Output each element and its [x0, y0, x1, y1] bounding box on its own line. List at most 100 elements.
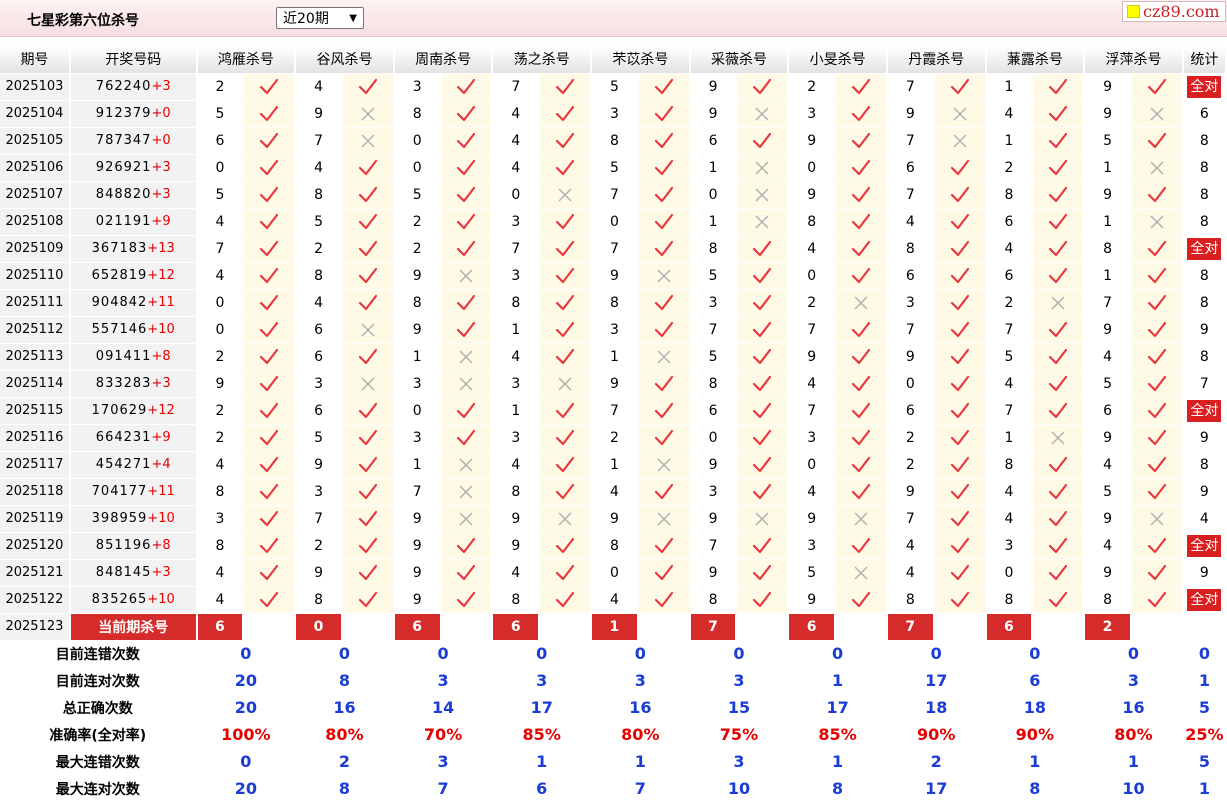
check-icon	[440, 208, 494, 236]
check-icon	[736, 370, 790, 398]
check-icon	[539, 208, 593, 236]
check-icon	[933, 181, 987, 209]
summary-value: 90%	[886, 721, 987, 749]
current-kill-number: 2	[1084, 613, 1132, 641]
summary-value-text: 3	[536, 671, 548, 690]
draw-digits: 652819	[91, 268, 148, 283]
kill-number: 0	[492, 181, 541, 209]
draw-number: 091411+8	[69, 343, 198, 371]
col-header-number: 开奖号码	[69, 46, 198, 74]
cross-icon	[539, 181, 593, 209]
kill-number: 9	[1084, 505, 1132, 533]
summary-value: 8	[985, 775, 1086, 803]
summary-value-text: 0	[437, 644, 449, 663]
kill-number: 3	[788, 532, 837, 560]
summary-value: 7	[591, 775, 691, 803]
site-logo[interactable]: cz89.com	[1122, 1, 1226, 22]
summary-value: 17	[788, 694, 888, 722]
check-icon	[539, 235, 593, 263]
summary-value-text: 90%	[1015, 725, 1054, 744]
summary-value: 17	[886, 667, 987, 695]
row-stat: 全对	[1182, 73, 1227, 101]
correct-count: 8	[1199, 456, 1209, 473]
kill-number: 9	[689, 559, 738, 587]
summary-value: 8	[295, 667, 395, 695]
col-header-expert: 荡之杀号	[492, 46, 593, 74]
kill-number: 7	[689, 532, 738, 560]
check-icon	[933, 289, 987, 317]
top-bar: 七星彩第六位杀号 近20期 ▼ cz89.com	[0, 0, 1227, 37]
check-icon	[1032, 208, 1086, 236]
period-select[interactable]: 近20期 ▼	[276, 7, 364, 29]
check-icon	[835, 478, 888, 506]
kill-number: 7	[393, 478, 442, 506]
draw-number: 398959+10	[69, 505, 198, 533]
check-icon	[933, 73, 987, 101]
check-icon	[440, 532, 494, 560]
summary-stat-text: 5	[1198, 752, 1210, 771]
check-icon	[440, 127, 494, 155]
check-icon	[736, 532, 790, 560]
table-row: 2025112 557146+10 0 6 9 1 3 7 7 7 7 9 9	[0, 316, 1227, 344]
draw-digits: 704177	[91, 484, 148, 499]
check-icon	[341, 424, 395, 452]
draw-digits: 848145	[95, 565, 152, 580]
draw-digits: 091411	[95, 349, 152, 364]
check-icon	[736, 127, 790, 155]
kill-number: 5	[788, 559, 837, 587]
summary-value-text: 80%	[621, 725, 660, 744]
row-stat: 全对	[1182, 532, 1227, 560]
issue-number: 2025121	[0, 559, 71, 587]
check-icon	[539, 289, 593, 317]
check-icon	[933, 532, 987, 560]
summary-value-text: 0	[634, 644, 646, 663]
col-header-expert: 蒹露杀号	[985, 46, 1086, 74]
draw-digits: 787347	[95, 133, 152, 148]
check-icon	[835, 208, 888, 236]
summary-label: 目前连错次数	[0, 640, 198, 668]
cross-icon	[539, 370, 593, 398]
draw-sum: +4	[151, 457, 171, 472]
check-icon	[243, 478, 297, 506]
kill-number: 0	[591, 208, 639, 236]
check-icon	[933, 451, 987, 479]
row-stat: 8	[1182, 262, 1227, 290]
check-icon	[341, 289, 395, 317]
summary-value: 85%	[788, 721, 888, 749]
check-icon	[1032, 100, 1086, 128]
kill-number: 7	[985, 397, 1034, 425]
check-icon	[1032, 73, 1086, 101]
check-icon	[637, 208, 691, 236]
kill-number: 8	[196, 532, 245, 560]
kill-number: 5	[1084, 127, 1132, 155]
table-row: 2025118 704177+11 8 3 7 8 4 3 4 9 4 5 9	[0, 478, 1227, 506]
draw-sum: +10	[147, 322, 175, 337]
kill-number: 7	[591, 181, 639, 209]
draw-number: 904842+11	[69, 289, 198, 317]
issue-number: 2025105	[0, 127, 71, 155]
col-header-expert: 芣苡杀号	[591, 46, 691, 74]
check-icon	[243, 154, 297, 182]
check-icon	[933, 559, 987, 587]
cross-icon	[736, 505, 790, 533]
kill-number: 5	[1084, 370, 1132, 398]
summary-value: 1	[1084, 748, 1184, 776]
cross-icon	[440, 478, 494, 506]
check-icon	[736, 235, 790, 263]
row-stat: 4	[1182, 505, 1227, 533]
summary-value: 80%	[591, 721, 691, 749]
check-icon	[933, 262, 987, 290]
current-kill-number: 6	[985, 613, 1034, 641]
issue-number: 2025113	[0, 343, 71, 371]
summary-value-text: 80%	[325, 725, 364, 744]
summary-row: 总正确次数 20 16 14 17 16 15 17 18 18 16 5	[0, 694, 1227, 722]
correct-count: 9	[1199, 483, 1209, 500]
row-stat: 8	[1182, 343, 1227, 371]
kill-number: 6	[886, 262, 935, 290]
summary-value: 85%	[492, 721, 593, 749]
kill-number: 4	[985, 478, 1034, 506]
summary-label: 准确率(全对率)	[0, 721, 198, 749]
summary-row: 目前连对次数 20 8 3 3 3 3 1 17 6 3 1	[0, 667, 1227, 695]
check-icon	[637, 532, 691, 560]
correct-count: 8	[1199, 186, 1209, 203]
